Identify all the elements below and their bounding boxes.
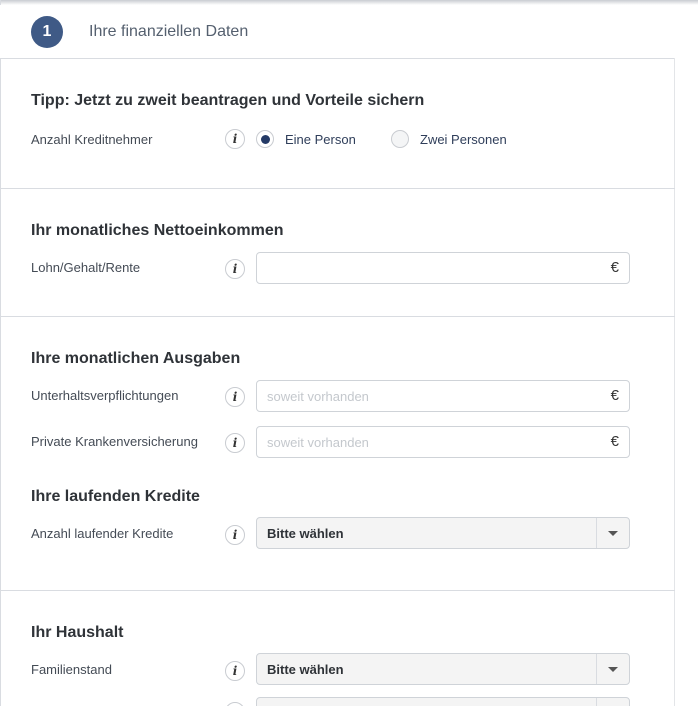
salary-label: Lohn/Gehalt/Rente [31, 260, 141, 275]
marital-status-select[interactable]: Bitte wählen [256, 653, 630, 685]
radio-zwei-personen-label: Zwei Personen [420, 131, 507, 147]
chevron-down-icon[interactable] [608, 667, 618, 672]
insurance-info-icon[interactable]: i [225, 433, 245, 453]
insurance-label: Private Krankenversicherung [31, 434, 198, 449]
maintenance-label: Unterhaltsverpflichtungen [31, 388, 179, 403]
step-number-badge: 1 [31, 16, 63, 48]
income-heading: Ihr monatliches Nettoeinkommen [31, 222, 284, 239]
credits-info-icon[interactable]: i [225, 525, 245, 545]
maintenance-field[interactable]: € [256, 380, 630, 412]
credits-heading: Ihre laufenden Kredite [31, 488, 200, 505]
marital-status-label: Familienstand [31, 662, 112, 677]
maintenance-input[interactable] [257, 381, 597, 411]
select-separator [596, 654, 597, 684]
household-heading: Ihr Haushalt [31, 624, 124, 641]
tipp-heading: Tipp: Jetzt zu zweit beantragen und Vort… [31, 92, 425, 109]
radio-eine-person-label: Eine Person [285, 131, 356, 147]
select-separator [596, 698, 597, 706]
salary-field[interactable]: € [256, 252, 630, 284]
euro-icon: € [610, 387, 619, 404]
right-gutter [675, 58, 698, 706]
form-page: 1 Ihre finanziellen Daten Tipp: Jetzt zu… [0, 0, 698, 706]
credits-count-select[interactable]: Bitte wählen [256, 517, 630, 549]
radio-eine-person[interactable]: Eine Person [256, 130, 356, 148]
insurance-input[interactable] [257, 427, 597, 457]
euro-icon: € [610, 433, 619, 450]
radio-checked-icon[interactable] [256, 130, 274, 148]
insurance-field[interactable]: € [256, 426, 630, 458]
section-divider [0, 590, 675, 591]
euro-icon: € [610, 259, 619, 276]
select-separator [596, 518, 597, 548]
radio-unchecked-icon[interactable] [391, 130, 409, 148]
next-row-select[interactable] [256, 697, 630, 706]
borrowers-info-icon[interactable]: i [225, 129, 245, 149]
credits-count-value: Bitte wählen [267, 526, 344, 541]
salary-input[interactable] [257, 253, 597, 283]
radio-zwei-personen[interactable]: Zwei Personen [391, 130, 507, 148]
next-row-info-icon[interactable] [225, 702, 245, 706]
right-border [674, 58, 675, 706]
credits-count-label: Anzahl laufender Kredite [31, 526, 174, 541]
marital-info-icon[interactable]: i [225, 661, 245, 681]
salary-info-icon[interactable]: i [225, 259, 245, 279]
left-border [0, 0, 1, 706]
borrowers-label: Anzahl Kreditnehmer [31, 132, 153, 147]
section-divider [0, 188, 675, 189]
step-header[interactable]: 1 Ihre finanziellen Daten [0, 5, 698, 59]
maintenance-info-icon[interactable]: i [225, 387, 245, 407]
step-title: Ihre finanziellen Daten [89, 23, 249, 40]
expenses-heading: Ihre monatlichen Ausgaben [31, 350, 241, 367]
section-divider [0, 316, 675, 317]
marital-status-value: Bitte wählen [267, 662, 344, 677]
chevron-down-icon[interactable] [608, 531, 618, 536]
